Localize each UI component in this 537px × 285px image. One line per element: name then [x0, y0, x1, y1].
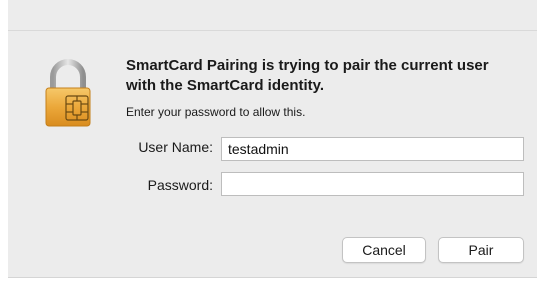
dialog-heading: SmartCard Pairing is trying to pair the …	[126, 57, 489, 94]
cancel-button[interactable]: Cancel	[342, 237, 426, 263]
pair-button[interactable]: Pair	[438, 237, 524, 263]
window-titlebar	[8, 0, 537, 31]
username-field[interactable]	[221, 137, 524, 161]
password-field[interactable]	[221, 172, 524, 196]
password-label: Password:	[147, 177, 213, 193]
dialog-instruction: Enter your password to allow this.	[126, 105, 306, 119]
padlock-smartcard-icon	[45, 59, 91, 127]
username-label: User Name:	[138, 139, 213, 155]
